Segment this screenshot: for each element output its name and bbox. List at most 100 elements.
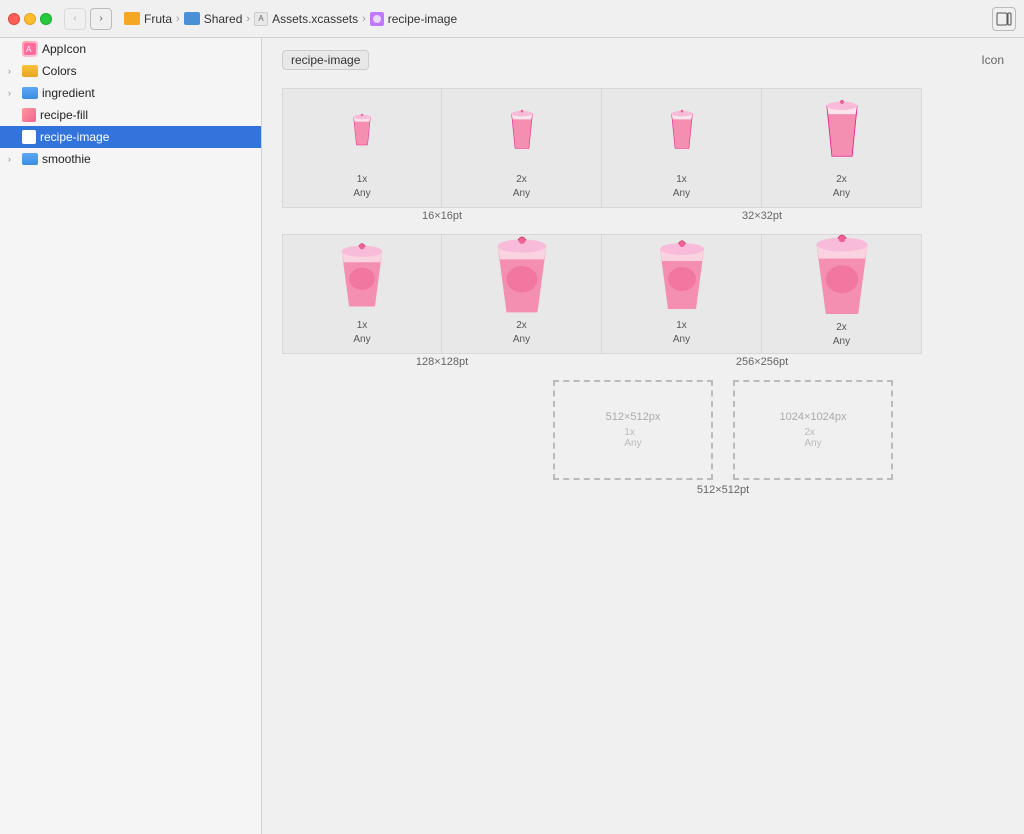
folder-icon [124,12,140,25]
size-row-1: 1xAny 2xAny [282,88,1004,208]
slot-image-container [664,89,700,173]
slot-512x512-2x[interactable]: 1024×1024px 2xAny [733,380,893,480]
sidebar-item-smoothie[interactable]: › smoothie [0,148,261,170]
group-256x256: 1xAny 2x [602,234,922,354]
forward-button[interactable]: › [90,8,112,30]
slot-128x128-1x-labels: 1xAny [353,319,370,353]
size-label-16x16: 16×16pt [282,208,602,224]
size-labels-row-1: 16×16pt 32×32pt [282,208,1004,224]
size-label-32x32: 32×32pt [602,208,922,224]
folder-yellow-icon-colors [22,65,38,77]
smoothie-cup-tiny [348,113,376,149]
breadcrumb-assets-label: Assets.xcassets [272,12,358,26]
slot-128x128-1x[interactable]: 1xAny [282,234,442,354]
sidebar-item-ingredient[interactable]: › ingredient [0,82,261,104]
slot-32x32-2x-labels: 2xAny [833,173,850,207]
sidebar-recipe-image-label: recipe-image [40,130,109,144]
smoothie-cup-xlarge2 [651,239,713,315]
close-button[interactable] [8,13,20,25]
slot-512x512-1x[interactable]: 512×512px 1xAny [553,380,713,480]
group-16x16: 1xAny 2xAny [282,88,602,208]
size-label-256x256: 256×256pt [602,354,922,370]
breadcrumb-shared[interactable]: Shared [184,12,243,26]
slot-256x256-2x-labels: 2xAny [833,321,850,355]
folder-blue-icon-ingredient [22,87,38,99]
slot-image-container [487,235,557,319]
breadcrumb-sep-1: › [176,13,180,25]
inspector-button[interactable] [992,7,1016,31]
svg-text:A: A [26,45,32,54]
sidebar-item-appicon[interactable]: A AppIcon [0,38,261,60]
breadcrumb-shared-label: Shared [204,12,243,26]
main-layout: A AppIcon › Colors › ingredient recipe-f… [0,38,1024,834]
slot-image-container [334,235,390,319]
size-label-512x512: 512×512pt [282,484,1004,496]
slot-32x32-2x[interactable]: 2xAny [762,88,922,208]
slot-image-container [816,89,868,173]
titlebar: ‹ › Fruta › Shared › A Assets.xcassets ›… [0,0,1024,38]
xcassets-icon: A [254,12,268,26]
smoothie-cup-large1 [334,242,390,312]
sidebar-smoothie-label: smoothie [42,152,91,166]
size-row-2: 1xAny 2x [282,234,1004,354]
slot-32x32-1x[interactable]: 1xAny [602,88,762,208]
size-label-128x128: 128×128pt [282,354,602,370]
breadcrumb-recipe-image-label: recipe-image [388,12,457,26]
slot-32x32-1x-labels: 1xAny [673,173,690,207]
chevron-ingredient: › [8,88,18,98]
recipe-image-icon [370,12,384,26]
recipe-image-item-icon [22,130,36,144]
breadcrumb-recipe-image[interactable]: recipe-image [370,12,457,26]
asset-grid: 1xAny 2xAny [262,78,1024,516]
smoothie-cup-xlarge [487,235,557,319]
slot-16x16-1x[interactable]: 1xAny [282,88,442,208]
asset-title: recipe-image [282,50,369,70]
chevron-smoothie: › [8,154,18,164]
empty-slot-1024-label: 1024×1024px [780,411,847,423]
slot-image-container [348,89,376,173]
smoothie-cup-medium [816,99,868,163]
back-button[interactable]: ‹ [64,8,86,30]
sidebar-colors-label: Colors [42,64,77,78]
content-area: recipe-image Icon [262,38,1024,834]
sidebar-item-recipe-fill[interactable]: recipe-fill [0,104,261,126]
folder-blue-icon-smoothie [22,153,38,165]
slot-512-labels-2x: 2xAny [804,427,821,449]
slot-128x128-2x[interactable]: 2xAny [442,234,602,354]
slot-256x256-1x-labels: 1xAny [673,319,690,353]
sidebar-recipe-fill-label: recipe-fill [40,108,88,122]
sidebar-appicon-label: AppIcon [42,42,86,56]
appicon-icon: A [22,41,38,57]
sidebar-item-recipe-image[interactable]: recipe-image [0,126,261,148]
size-labels-row-2: 128×128pt 256×256pt [282,354,1004,370]
sidebar-ingredient-label: ingredient [42,86,95,100]
breadcrumb-sep-2: › [246,13,250,25]
content-header: recipe-image Icon [262,38,1024,78]
slot-16x16-1x-labels: 1xAny [353,173,370,207]
slot-image-container [651,235,713,319]
slot-128x128-2x-labels: 2xAny [513,319,530,353]
group-128x128: 1xAny 2x [282,234,602,354]
breadcrumb: Fruta › Shared › A Assets.xcassets › rec… [124,12,457,26]
slot-image-container [806,233,878,321]
sidebar-item-colors[interactable]: › Colors [0,60,261,82]
breadcrumb-fruta-label: Fruta [144,12,172,26]
window-controls [8,13,52,25]
minimize-button[interactable] [24,13,36,25]
slot-image-container [504,89,540,173]
chevron-colors: › [8,66,18,76]
slot-512-labels-1x: 1xAny [624,427,641,449]
folder-icon-shared [184,12,200,25]
icon-label: Icon [981,53,1004,67]
breadcrumb-fruta[interactable]: Fruta [124,12,172,26]
zoom-button[interactable] [40,13,52,25]
slot-16x16-2x[interactable]: 2xAny [442,88,602,208]
smoothie-cup-xxlarge [806,233,878,321]
titlebar-right [992,7,1016,31]
breadcrumb-assets[interactable]: A Assets.xcassets [254,12,358,26]
size-row-3-empty: 512×512px 1xAny 1024×1024px 2xAny [282,380,1004,480]
slot-256x256-2x[interactable]: 2xAny [762,234,922,354]
sidebar: A AppIcon › Colors › ingredient recipe-f… [0,38,262,834]
slot-256x256-1x[interactable]: 1xAny [602,234,762,354]
breadcrumb-sep-3: › [362,13,366,25]
